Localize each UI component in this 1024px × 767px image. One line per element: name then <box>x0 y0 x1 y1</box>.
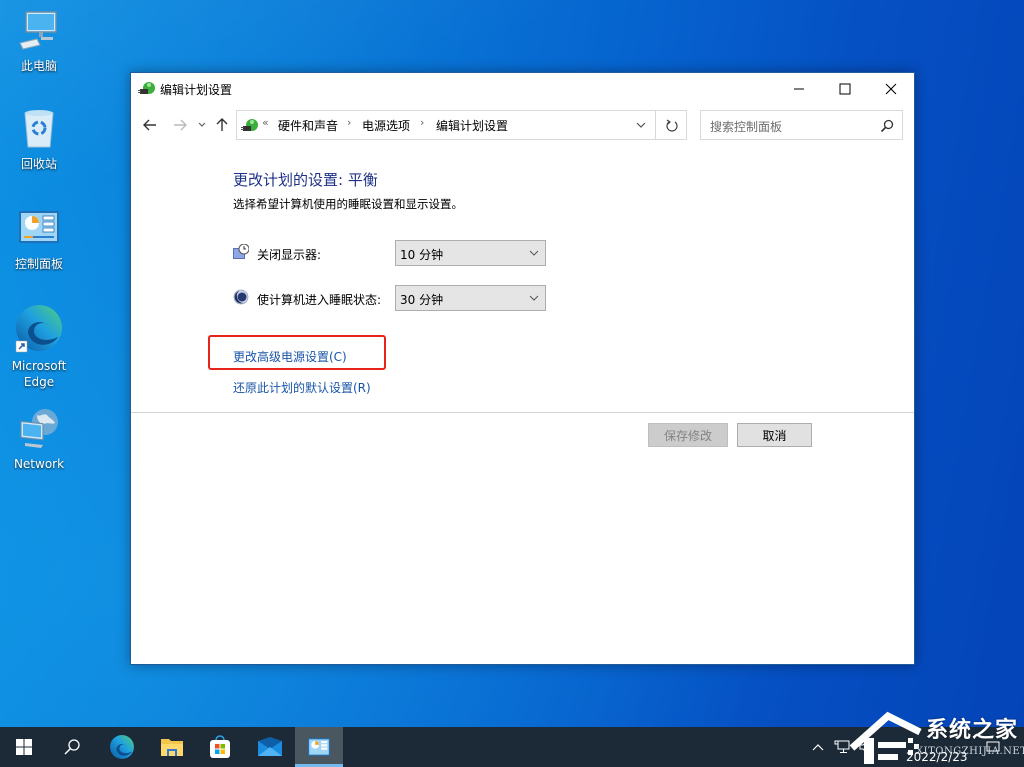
taskbar <box>0 727 1024 767</box>
breadcrumb-power-options[interactable]: 电源选项 <box>362 117 410 134</box>
power-plug-icon <box>138 80 156 98</box>
taskbar-file-explorer[interactable] <box>148 727 196 767</box>
control-panel-icon <box>16 206 62 252</box>
desktop-icon-label: Microsoft Edge <box>11 359 67 389</box>
store-icon <box>210 735 230 758</box>
forward-button[interactable] <box>169 113 191 137</box>
network-icon <box>16 406 62 452</box>
breadcrumb-hardware-and-sound[interactable]: 硬件和声音 <box>278 117 338 134</box>
start-button[interactable] <box>0 727 48 767</box>
search-icon <box>64 739 80 755</box>
page-description: 选择希望计算机使用的睡眠设置和显示设置。 <box>233 197 463 211</box>
desktop-icon-network[interactable]: Network <box>4 406 74 472</box>
taskbar-edge[interactable] <box>98 727 146 767</box>
edit-plan-settings-window: 编辑计划设置 « 硬件和声音 › 电源选项 › 编辑计划设置 搜索控制面板 更改… <box>130 72 915 665</box>
desktop-icon-control-panel[interactable]: 控制面板 <box>4 206 74 272</box>
display-off-icon <box>233 243 250 260</box>
page-title: 更改计划的设置: 平衡 <box>233 171 378 189</box>
edge-icon <box>110 735 134 759</box>
taskbar-clock-date[interactable]: 2022/2/23 <box>906 750 968 764</box>
turn-off-display-value: 10 分钟 <box>400 248 444 262</box>
search-placeholder: 搜索控制面板 <box>710 120 783 134</box>
chevron-up-icon <box>812 744 824 751</box>
up-button[interactable] <box>213 113 231 137</box>
taskbar-store[interactable] <box>196 727 244 767</box>
window-title: 编辑计划设置 <box>160 83 233 97</box>
change-advanced-power-settings-link[interactable]: 更改高级电源设置(C) <box>233 348 347 365</box>
desktop-icon-this-pc[interactable]: 此电脑 <box>4 8 74 74</box>
folder-icon <box>161 739 183 756</box>
recent-locations-button[interactable] <box>195 113 209 137</box>
breadcrumb-separator[interactable]: › <box>347 116 351 129</box>
address-dropdown-button[interactable] <box>629 111 653 139</box>
recycle-bin-icon <box>16 106 62 152</box>
desktop-icon-recycle-bin[interactable]: 回收站 <box>4 106 74 172</box>
save-changes-button[interactable]: 保存修改 <box>648 423 728 447</box>
power-plug-icon <box>241 117 259 135</box>
turn-off-display-label: 关闭显示器: <box>257 248 322 262</box>
sleep-moon-icon <box>233 289 249 305</box>
notification-button[interactable] <box>986 727 1000 767</box>
sleep-select[interactable]: 30 分钟 <box>395 285 546 311</box>
chevron-down-icon <box>529 250 539 256</box>
refresh-icon <box>665 119 678 132</box>
desktop-icon-label: 回收站 <box>20 157 57 171</box>
edge-icon <box>13 302 65 354</box>
cancel-button[interactable]: 取消 <box>737 423 812 447</box>
sleep-value: 30 分钟 <box>400 293 444 307</box>
breadcrumb-edit-plan-settings[interactable]: 编辑计划设置 <box>436 117 508 134</box>
divider <box>131 412 914 413</box>
desktop-icon-label: Network <box>13 457 65 471</box>
back-button[interactable] <box>139 113 161 137</box>
network-icon <box>834 740 850 753</box>
network-tray-button[interactable] <box>830 727 854 767</box>
desktop-icon-label: 此电脑 <box>20 59 57 73</box>
desktop-icon-label: 控制面板 <box>14 257 63 271</box>
title-bar[interactable]: 编辑计划设置 <box>131 73 914 105</box>
chevron-down-icon <box>529 295 539 301</box>
control-panel-icon <box>308 738 330 756</box>
minimize-button[interactable] <box>776 73 822 105</box>
refresh-button[interactable] <box>655 111 687 139</box>
search-icon[interactable] <box>880 118 894 133</box>
close-button[interactable] <box>868 73 914 105</box>
taskbar-mail[interactable] <box>246 727 294 767</box>
restore-default-settings-link[interactable]: 还原此计划的默认设置(R) <box>233 379 371 396</box>
windows-logo-icon <box>16 739 32 755</box>
notification-icon <box>986 741 1000 752</box>
taskbar-search-button[interactable] <box>48 727 96 767</box>
address-bar[interactable]: « 硬件和声音 › 电源选项 › 编辑计划设置 <box>236 110 687 140</box>
breadcrumb-overflow[interactable]: « <box>262 116 269 129</box>
breadcrumb-separator[interactable]: › <box>420 116 424 129</box>
mail-icon <box>258 737 282 756</box>
computer-icon <box>16 8 62 54</box>
taskbar-control-panel[interactable] <box>295 727 343 767</box>
desktop-icon-edge[interactable]: Microsoft Edge <box>4 302 74 390</box>
maximize-button[interactable] <box>822 73 868 105</box>
volume-icon <box>859 740 868 754</box>
navigation-bar: « 硬件和声音 › 电源选项 › 编辑计划设置 搜索控制面板 <box>131 109 914 141</box>
show-hidden-icons-button[interactable] <box>806 727 830 767</box>
turn-off-display-select[interactable]: 10 分钟 <box>395 240 546 266</box>
sleep-label: 使计算机进入睡眠状态: <box>257 293 382 307</box>
search-input[interactable]: 搜索控制面板 <box>700 110 903 140</box>
volume-tray-button[interactable] <box>854 727 874 767</box>
